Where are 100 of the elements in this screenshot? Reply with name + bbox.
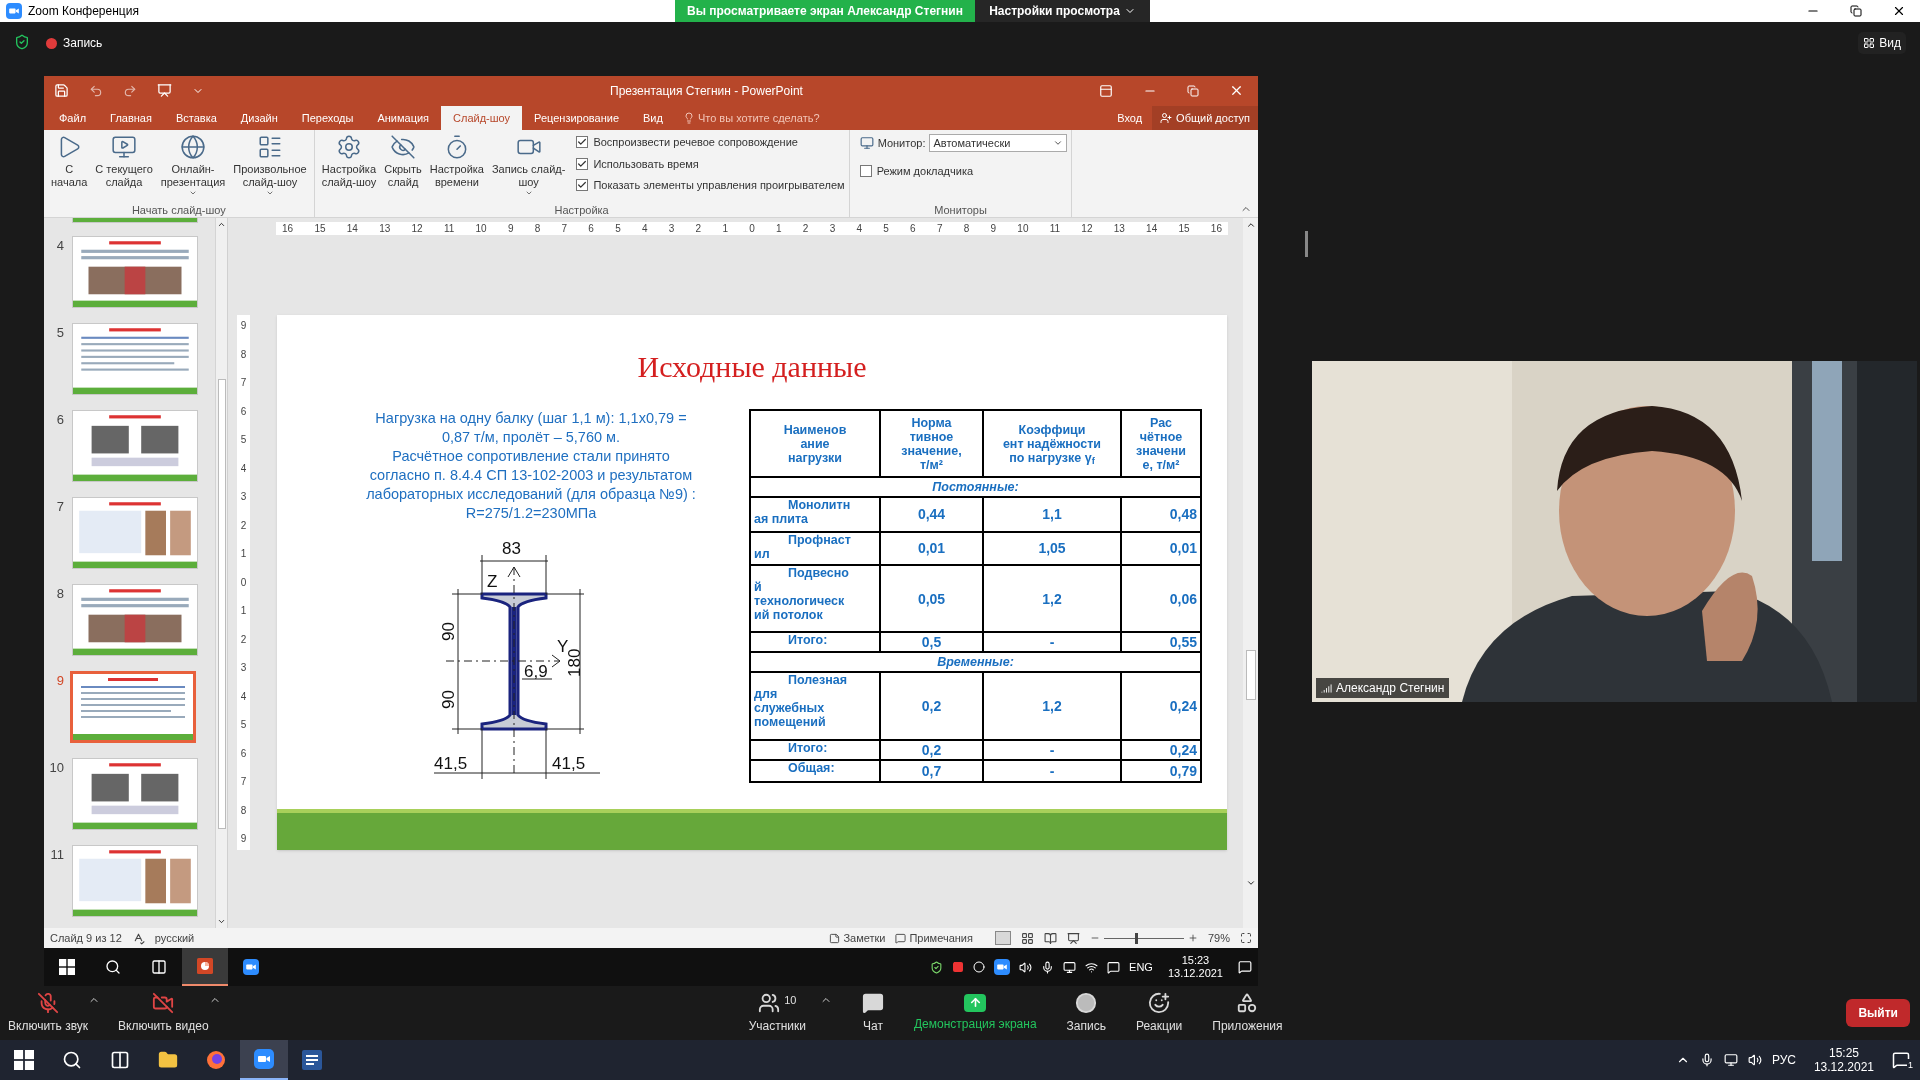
table-cell: 0,2 [880, 739, 983, 760]
ribbon-button[interactable]: Настройка слайд-шоу [318, 132, 380, 197]
dimension-label: 90 [439, 690, 458, 709]
zoom-in-icon[interactable] [1187, 933, 1198, 943]
table-cell: - [983, 759, 1121, 782]
ribbon-tab[interactable]: Переходы [289, 106, 366, 130]
muted-microphone-icon [37, 991, 59, 1014]
scroll-down-icon[interactable] [1245, 878, 1256, 888]
lightbulb-icon [682, 112, 695, 124]
slide-number: 8 [55, 585, 65, 603]
ribbon-tab[interactable]: Дизайн [228, 106, 290, 130]
normal-view-icon[interactable] [994, 931, 1011, 945]
input-language[interactable]: РУС [1771, 1051, 1796, 1069]
reading-view-icon[interactable] [1043, 931, 1057, 945]
toolbar-button[interactable]: Запись [1066, 991, 1106, 1035]
ribbon-tab[interactable]: Вставка [163, 106, 229, 130]
windows-icon[interactable] [59, 959, 75, 975]
ribbon-button[interactable]: Запись слайд- шоу [488, 132, 569, 197]
view-options-button[interactable]: Настройки просмотра [975, 0, 1150, 22]
tell-me-field[interactable]: Что вы хотите сделать? [674, 106, 828, 130]
slideshow-view-icon[interactable] [1066, 931, 1080, 945]
monitor-select[interactable]: Автоматически [929, 134, 1068, 152]
chat-icon [861, 991, 884, 1014]
slideshow-icon[interactable] [157, 83, 172, 98]
taskbar-button[interactable] [240, 1040, 288, 1080]
redo-icon[interactable] [123, 83, 137, 98]
windows-icon[interactable] [14, 1050, 34, 1070]
save-icon[interactable] [54, 83, 69, 98]
scroll-thumb[interactable] [1245, 650, 1256, 700]
vertical-ruler: 9 8 7 6 5 4 3 2 1 0 1 2 3 4 5 6 7 8 9 [237, 315, 250, 850]
close-icon[interactable] [1892, 4, 1906, 18]
table-cell: Профнаст ил [750, 531, 880, 565]
share-button[interactable]: Общий доступ [1152, 106, 1258, 130]
ribbon-button[interactable]: Скрыть слайд [381, 132, 425, 197]
slide-number: 9 [55, 672, 65, 690]
sorter-view-icon[interactable] [1020, 931, 1034, 945]
checkbox[interactable] [576, 157, 589, 170]
axis-label: Z [487, 572, 498, 591]
scroll-up-icon[interactable] [1245, 220, 1256, 230]
comments-button[interactable]: Примечания [895, 929, 973, 947]
toolbar-button[interactable]: Чат [861, 991, 884, 1035]
checkbox[interactable] [859, 165, 872, 178]
resize-handle[interactable] [1305, 231, 1308, 257]
checkbox[interactable] [576, 136, 589, 149]
ribbon-tab[interactable]: Вид [631, 106, 675, 130]
gear-icon [335, 134, 362, 160]
clock[interactable]: 15:23 13.12.2021 [1161, 954, 1229, 980]
view-button[interactable]: Вид [1858, 32, 1906, 54]
ribbon-button[interactable]: Настройка времени [426, 132, 487, 197]
ribbon-tab[interactable]: Файл [47, 106, 99, 130]
notifications-icon[interactable] [1892, 1051, 1910, 1069]
note-icon [829, 932, 841, 944]
zoom-slider[interactable] [1103, 932, 1184, 944]
undo-icon[interactable] [89, 83, 103, 98]
toolbar-button[interactable]: Включить звук [8, 991, 89, 1035]
ribbon-tab[interactable]: Рецензирование [522, 106, 632, 130]
volume-icon [1019, 960, 1033, 974]
scroll-down-icon[interactable] [217, 917, 226, 926]
ribbon-tab[interactable]: Анимация [365, 106, 442, 130]
input-language[interactable]: ENG [1129, 958, 1153, 976]
notes-button[interactable]: Заметки [829, 929, 886, 947]
leave-button[interactable]: Выйти [1846, 999, 1910, 1027]
record-icon [1075, 991, 1098, 1014]
taskbar-button[interactable] [182, 948, 228, 986]
toolbar-button[interactable]: Приложения [1212, 991, 1283, 1035]
smiley-icon [1148, 991, 1171, 1014]
scroll-up-icon[interactable] [217, 220, 226, 229]
notifications-icon[interactable] [1238, 960, 1252, 974]
restore-icon[interactable] [1850, 5, 1862, 17]
folder-icon [158, 1050, 178, 1070]
ribbon-tab[interactable]: Главная [98, 106, 164, 130]
zoom-value[interactable]: 79% [1207, 929, 1230, 947]
table-cell: 0,24 [1121, 739, 1201, 760]
language-label[interactable]: русский [154, 929, 195, 947]
ribbon-display-icon[interactable] [1099, 83, 1113, 98]
table-cell: 0,55 [1121, 632, 1201, 652]
ribbon-button[interactable]: Произвольное слайд-шоу [230, 132, 310, 197]
ribbon-button[interactable]: С начала [48, 132, 91, 197]
scroll-thumb[interactable] [217, 379, 226, 829]
toolbar-button[interactable]: Включить видео [118, 991, 209, 1035]
column-header: Норма тивное значение, т/м² [880, 410, 983, 477]
checkbox[interactable] [576, 179, 589, 192]
dimension-label: 90 [439, 622, 458, 641]
table-cell: 1,05 [983, 531, 1121, 565]
ribbon-tab[interactable]: Слайд-шоу [441, 106, 523, 130]
task-view-icon [110, 1050, 130, 1070]
table-cell: Итого: [750, 632, 880, 652]
toolbar-button[interactable]: Реакции [1135, 991, 1183, 1035]
toolbar-button[interactable]: 10 Участники [748, 991, 806, 1035]
toolbar-button[interactable]: Демонстрация экрана [913, 993, 1037, 1033]
clock[interactable]: 15:25 13.12.2021 [1805, 1046, 1882, 1074]
table-cell: 1,2 [983, 564, 1121, 633]
ribbon-button[interactable]: С текущего слайда [92, 132, 156, 197]
camera-app-icon [994, 959, 1011, 975]
sign-in-link[interactable]: Вход [1107, 106, 1153, 130]
share-screen-icon [964, 993, 987, 1012]
window-title: Zoom Конференция [28, 3, 139, 20]
fit-slide-icon[interactable] [1240, 932, 1252, 944]
slider-thumb[interactable] [1134, 932, 1138, 944]
ribbon-button[interactable]: Онлайн- презентация [157, 132, 229, 197]
